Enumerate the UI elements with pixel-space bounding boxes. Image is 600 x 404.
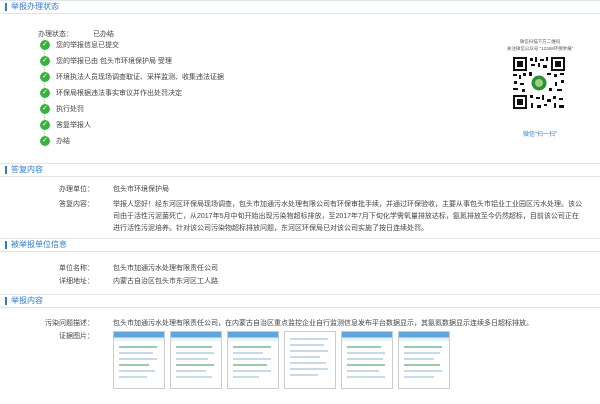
- status-section-title: 举报办理状态: [11, 2, 59, 11]
- report-content-section-title: 举报内容: [11, 296, 43, 305]
- section-accent-bar: [5, 166, 7, 174]
- section-accent-bar: [5, 3, 7, 11]
- check-icon: ✓: [40, 120, 50, 130]
- status-section-header: 举报办理状态: [0, 0, 600, 14]
- evidence-image-thumbnail[interactable]: [227, 331, 279, 389]
- qr-caption-line2: 关注微信公众号 “12369环保举报”: [506, 46, 574, 51]
- reply-content-value: 举报人您好！经东河区环保局现场调查，包头市加通污水处理有限公司有环保审批手续，并…: [113, 201, 582, 232]
- handling-unit-value: 包头市环境保护局: [113, 186, 169, 193]
- status-value: 已办结: [93, 31, 114, 38]
- check-icon: ✓: [40, 56, 50, 66]
- reported-unit-section-title: 被举报单位信息: [11, 240, 67, 249]
- evidence-image-thumbnail[interactable]: [170, 331, 222, 389]
- reply-content-label: 答复内容：: [59, 201, 94, 208]
- check-icon: ✓: [40, 72, 50, 82]
- unit-name-value: 包头市加通污水处理有限责任公司: [113, 265, 218, 272]
- status-label: 办理状态：: [38, 31, 73, 38]
- check-icon: ✓: [40, 88, 50, 98]
- unit-name-label: 单位名称：: [59, 265, 94, 272]
- wechat-qr-code-icon: [511, 55, 567, 111]
- evidence-image-thumbnail[interactable]: [284, 331, 336, 389]
- qr-footer: 微信“扫一扫”: [523, 132, 557, 138]
- section-accent-bar: [5, 241, 7, 249]
- address-label: 详细地址：: [59, 278, 94, 285]
- qr-caption-line1: 微信扫描下方二维码: [519, 39, 561, 44]
- pollution-description-label: 污染问题描述：: [45, 320, 94, 327]
- timeline-step-label: 答复举报人: [56, 122, 91, 129]
- section-accent-bar: [5, 297, 7, 305]
- evidence-image-thumbnail[interactable]: [113, 331, 165, 389]
- timeline-step-label: 您的举报已由 包头市环境保护局 受理: [56, 58, 172, 65]
- check-icon: ✓: [40, 104, 50, 114]
- reply-section-header: 答复内容: [0, 163, 600, 177]
- timeline-step-label: 执行处罚: [56, 106, 84, 113]
- handling-unit-label: 办理单位：: [59, 186, 94, 193]
- timeline-step-label: 您的举报信息已提交: [56, 42, 119, 49]
- report-content-section-header: 举报内容: [0, 294, 600, 308]
- check-icon: ✓: [40, 40, 50, 50]
- evidence-images-label: 证据图片：: [59, 333, 94, 340]
- evidence-image-thumbnail[interactable]: [398, 331, 450, 389]
- timeline-step-label: 环境执法人员现场调查取证、采样监测、收集违法证据: [56, 74, 224, 81]
- evidence-image-thumbnail[interactable]: [341, 331, 393, 389]
- timeline-step-label: 环保局根据违法事实审议并作出处罚决定: [56, 90, 182, 97]
- pollution-description-value: 包头市加通污水处理有限责任公司，在内蒙古自治区重点监控企业自行监测信息发布平台数…: [113, 320, 533, 327]
- address-value: 内蒙古自治区包头市东河区工人路: [113, 278, 218, 285]
- reported-unit-section-header: 被举报单位信息: [0, 238, 600, 252]
- check-icon: ✓: [40, 136, 50, 146]
- timeline-step-label: 办结: [56, 138, 70, 145]
- reply-section-title: 答复内容: [11, 165, 43, 174]
